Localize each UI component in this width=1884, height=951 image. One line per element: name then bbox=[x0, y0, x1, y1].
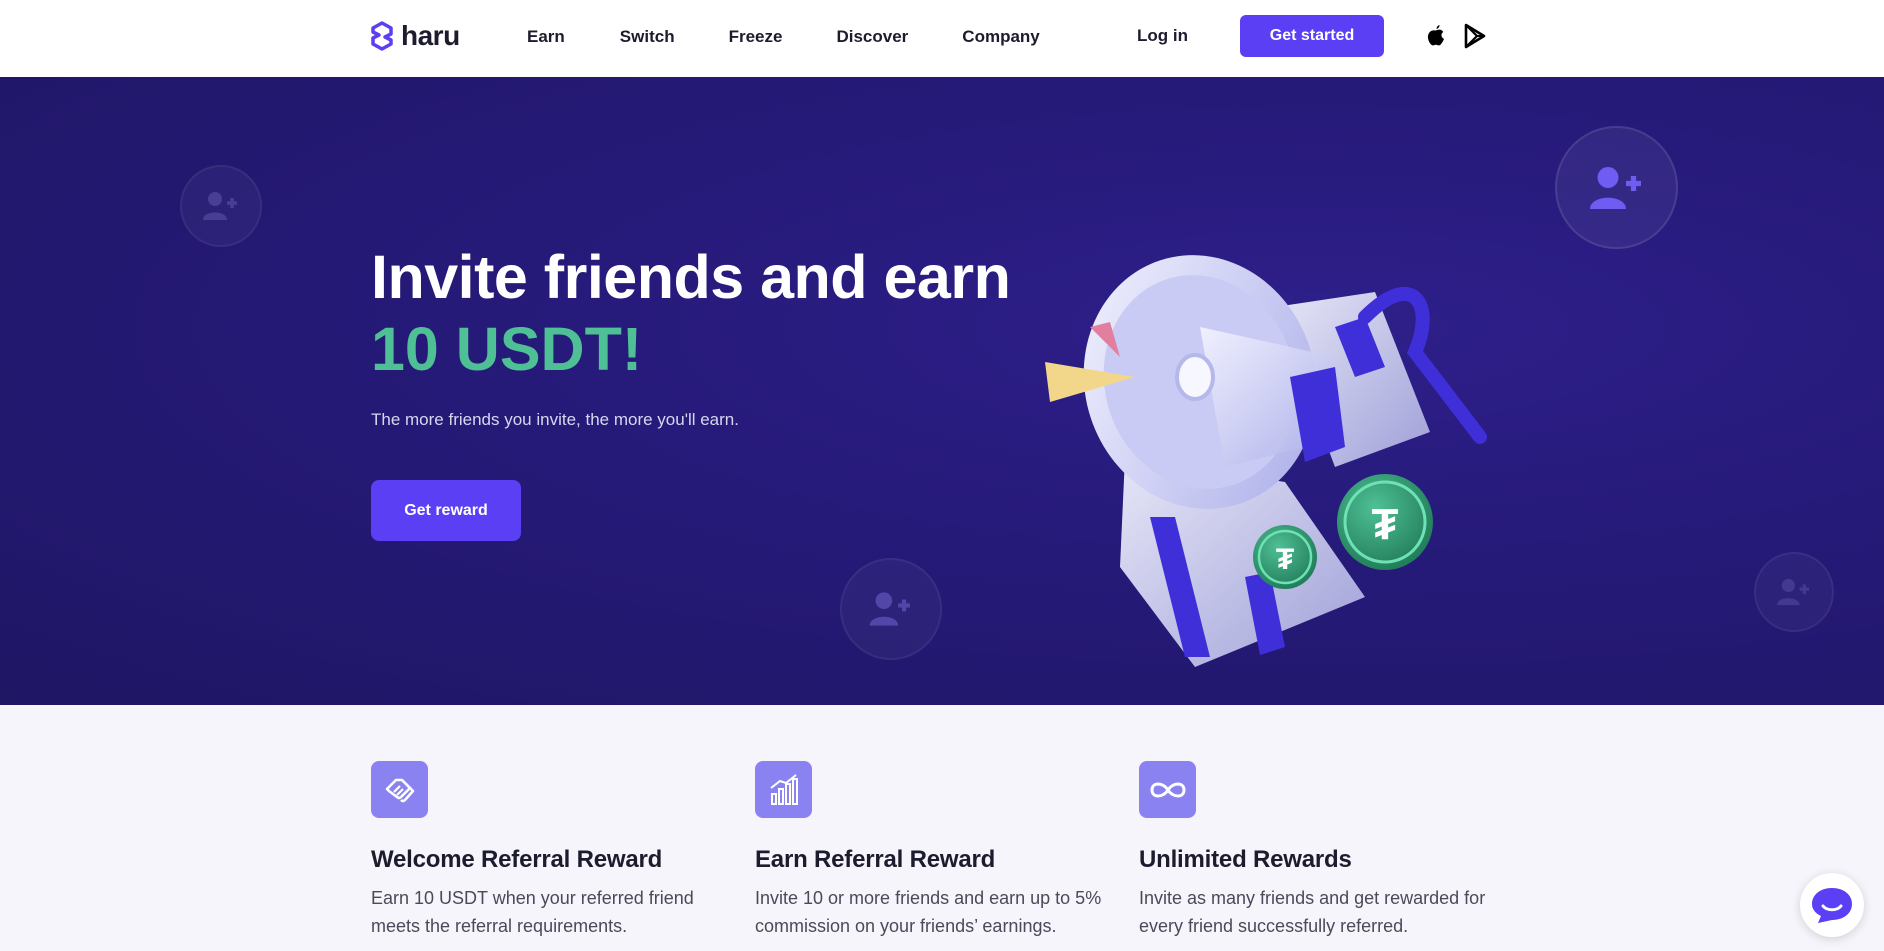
hero-subtitle: The more friends you invite, the more yo… bbox=[371, 410, 739, 429]
feature-welcome-referral: Welcome Referral Reward Earn 10 USDT whe… bbox=[371, 761, 731, 940]
feature-description: Invite as many friends and get rewarded … bbox=[1139, 884, 1499, 940]
feature-earn-referral: Earn Referral Reward Invite 10 or more f… bbox=[755, 761, 1115, 940]
google-play-icon[interactable] bbox=[1463, 23, 1487, 49]
haru-logo[interactable]: haru bbox=[371, 20, 460, 52]
hero-section: Invite friends and earn 10 USDT! The mor… bbox=[0, 77, 1884, 705]
handshake-icon bbox=[371, 761, 428, 818]
feature-description-line: Invite as many friends and get rewarded … bbox=[1139, 888, 1486, 908]
feature-description-line: commission on your friends’ earnings. bbox=[755, 916, 1057, 936]
svg-text:₮: ₮ bbox=[1372, 500, 1399, 549]
chat-support-button[interactable] bbox=[1800, 873, 1864, 937]
feature-title: Unlimited Rewards bbox=[1139, 846, 1352, 873]
decorative-circle bbox=[840, 558, 942, 660]
nav-earn[interactable]: Earn bbox=[527, 27, 565, 47]
decorative-circle bbox=[180, 165, 262, 247]
get-started-button[interactable]: Get started bbox=[1240, 15, 1384, 57]
get-reward-button[interactable]: Get reward bbox=[371, 480, 521, 541]
feature-unlimited-rewards: Unlimited Rewards Invite as many friends… bbox=[1139, 761, 1499, 940]
feature-description: Invite 10 or more friends and earn up to… bbox=[755, 884, 1115, 940]
feature-description: Earn 10 USDT when your referred friend m… bbox=[371, 884, 731, 940]
feature-description-line: Earn 10 USDT when your referred friend bbox=[371, 888, 694, 908]
haru-logo-icon bbox=[371, 21, 393, 51]
main-nav: Earn Switch Freeze Discover Company bbox=[527, 27, 1040, 47]
add-user-icon bbox=[1777, 578, 1809, 606]
feature-description-line: every friend successfully referred. bbox=[1139, 916, 1409, 936]
logo-text: haru bbox=[401, 20, 460, 51]
add-user-icon bbox=[203, 192, 237, 220]
top-header: haru Earn Switch Freeze Discover Company… bbox=[0, 0, 1884, 77]
features-section: Welcome Referral Reward Earn 10 USDT whe… bbox=[0, 705, 1884, 951]
hero-highlight: 10 USDT! bbox=[371, 315, 643, 383]
decorative-circle bbox=[1754, 552, 1834, 632]
megaphone-gift-illustration: ₮ ₮ bbox=[1045, 255, 1487, 667]
decorative-circle bbox=[1555, 126, 1678, 249]
nav-freeze[interactable]: Freeze bbox=[729, 27, 783, 47]
add-user-icon bbox=[1589, 166, 1641, 209]
infinity-icon bbox=[1139, 761, 1196, 818]
nav-switch[interactable]: Switch bbox=[620, 27, 675, 47]
nav-discover[interactable]: Discover bbox=[836, 27, 908, 47]
add-user-icon bbox=[869, 592, 910, 626]
feature-description-line: Invite 10 or more friends and earn up to… bbox=[755, 888, 1102, 908]
feature-title: Earn Referral Reward bbox=[755, 846, 996, 873]
chat-icon bbox=[1812, 888, 1852, 923]
apple-icon[interactable] bbox=[1423, 23, 1447, 49]
nav-company[interactable]: Company bbox=[962, 27, 1039, 47]
bar-chart-icon bbox=[755, 761, 812, 818]
svg-text:₮: ₮ bbox=[1276, 543, 1294, 576]
feature-title: Welcome Referral Reward bbox=[371, 846, 663, 873]
login-link[interactable]: Log in bbox=[1137, 26, 1188, 46]
feature-description-line: meets the referral requirements. bbox=[371, 916, 628, 936]
hero-title: Invite friends and earn bbox=[371, 243, 1011, 311]
